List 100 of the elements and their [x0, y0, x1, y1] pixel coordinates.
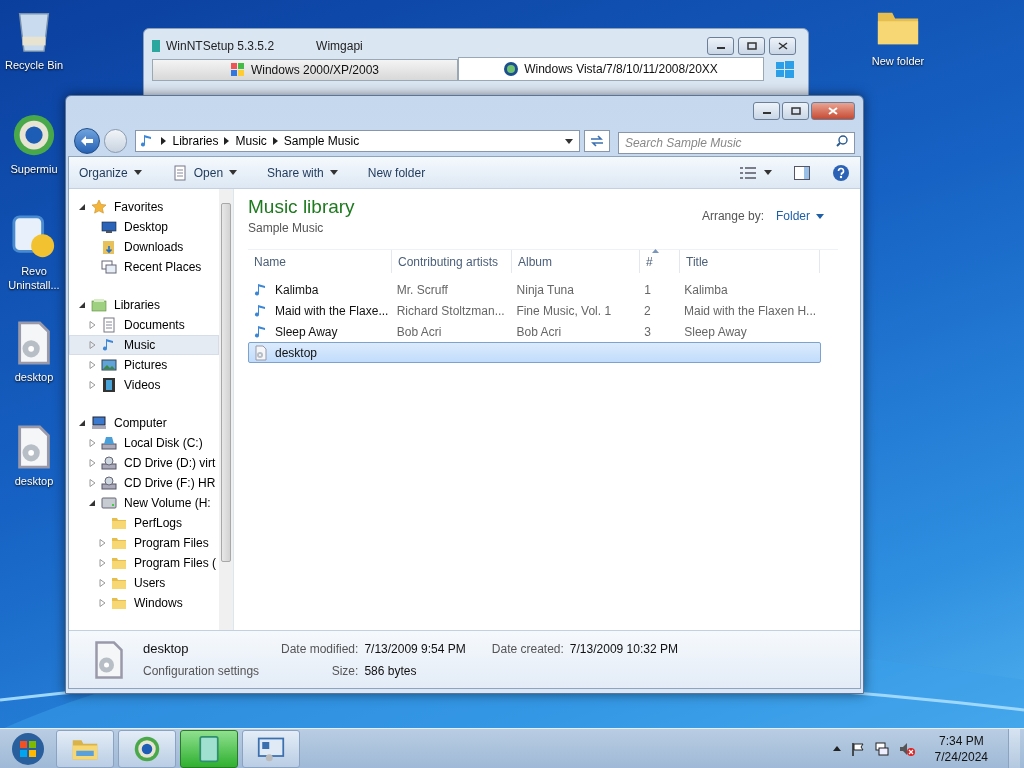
toolbar-button[interactable]: Organize	[79, 163, 142, 182]
left-arrow-icon	[80, 136, 93, 146]
tree-item[interactable]: Documents	[69, 315, 219, 335]
column-header[interactable]: Album	[512, 250, 640, 273]
globe-ring-icon	[11, 112, 57, 158]
square-icon	[790, 107, 801, 115]
expanded-arrow-icon[interactable]	[79, 203, 86, 211]
tree-item[interactable]: Computer	[69, 413, 219, 433]
taskbar-app-button[interactable]	[180, 729, 238, 768]
network-icon[interactable]	[874, 741, 889, 756]
flag-icon[interactable]	[850, 741, 865, 756]
file-row[interactable]: Maid with the Flaxe... Richard Stoltzman... Fine Music, Vol. 1 2 Maid with the Flaxen H...	[248, 300, 821, 321]
desktop-icon-label[interactable]: Revo Uninstall...	[3, 264, 65, 292]
tree-item[interactable]: Users	[69, 573, 219, 593]
tree-item[interactable]: Local Disk (C:)	[69, 433, 219, 453]
square-icon	[746, 42, 757, 50]
app-icon	[11, 214, 57, 260]
table-cell-text: Mr. Scruff	[395, 281, 449, 299]
collapsed-arrow-icon[interactable]	[99, 599, 106, 607]
tree-item[interactable]: CD Drive (D:) virt	[69, 453, 219, 473]
toolbar-button[interactable]: New folder	[367, 163, 426, 182]
column-header[interactable]: #	[640, 250, 680, 273]
window-title: WinNTSetup 5.3.5.2	[166, 38, 275, 55]
desktop-icon-label[interactable]: desktop	[14, 370, 54, 384]
breadcrumb-item[interactable]: Libraries	[172, 132, 219, 150]
maximize-button[interactable]	[738, 37, 765, 55]
table-cell-text: Fine Music, Vol. 1	[515, 302, 613, 320]
tree-item[interactable]: Downloads	[69, 237, 219, 257]
preview-pane-button[interactable]	[794, 165, 810, 180]
tree-item[interactable]: Desktop	[69, 217, 219, 237]
desktop-icon-label[interactable]: desktop	[14, 474, 54, 488]
collapsed-arrow-icon[interactable]	[89, 381, 96, 389]
minimize-button[interactable]	[753, 102, 780, 120]
tree-item[interactable]: Windows	[69, 593, 219, 613]
muted-speaker-icon[interactable]	[898, 741, 915, 756]
file-row[interactable]: Sleep Away Bob Acri Bob Acri 3 Sleep Away	[248, 321, 821, 342]
windows-logo-icon	[776, 61, 794, 79]
column-header[interactable]: Name	[248, 250, 392, 273]
orb-icon	[504, 62, 519, 76]
tree-item[interactable]: Program Files (	[69, 553, 219, 573]
search-field[interactable]: Search Sample Music	[617, 132, 855, 154]
arrange-label: Arrange by:	[701, 208, 764, 225]
collapsed-arrow-icon[interactable]	[89, 361, 96, 369]
collapsed-arrow-icon[interactable]	[89, 439, 96, 447]
column-header[interactable]: Title	[680, 250, 820, 273]
collapsed-arrow-icon[interactable]	[89, 321, 96, 329]
clock-date[interactable]: 7/24/2024	[934, 748, 988, 765]
collapsed-arrow-icon[interactable]	[99, 539, 106, 547]
address-bar[interactable]: Libraries Music Sample Music	[135, 130, 581, 152]
arrange-dropdown[interactable]: Folder	[776, 207, 824, 225]
view-options-button[interactable]	[740, 166, 772, 179]
taskbar-app-button[interactable]	[56, 729, 114, 768]
tab[interactable]: Windows Vista/7/8/10/11/2008/20XX	[458, 57, 764, 81]
file-row[interactable]: desktop	[248, 342, 821, 363]
taskbar-app-button[interactable]	[118, 729, 176, 768]
refresh-button[interactable]	[584, 130, 610, 152]
library-title: Music library	[248, 195, 355, 219]
column-header[interactable]: Contributing artists	[392, 250, 512, 273]
close-button[interactable]	[769, 37, 796, 55]
maximize-button[interactable]	[782, 102, 809, 120]
minimize-button[interactable]	[707, 37, 734, 55]
clock-time[interactable]: 7:34 PM	[938, 732, 984, 749]
collapsed-arrow-icon[interactable]	[99, 579, 106, 587]
collapsed-arrow-icon[interactable]	[89, 459, 96, 467]
toolbar-button[interactable]: Open	[171, 163, 238, 182]
tree-item[interactable]: PerfLogs	[69, 513, 219, 533]
detail-value: 7/13/2009 10:32 PM	[569, 640, 678, 658]
collapsed-arrow-icon[interactable]	[89, 479, 96, 487]
breadcrumb-item[interactable]: Music	[235, 132, 267, 150]
expanded-arrow-icon[interactable]	[79, 301, 86, 309]
help-button[interactable]	[832, 163, 850, 182]
expanded-arrow-icon[interactable]	[89, 499, 96, 507]
toolbar-button[interactable]: Share with	[267, 163, 338, 182]
back-button[interactable]	[74, 128, 100, 154]
table-cell-text: Bob Acri	[395, 323, 443, 341]
folder-icon	[111, 535, 127, 551]
tree-item[interactable]: Videos	[69, 375, 219, 395]
taskbar-app-button[interactable]	[242, 729, 300, 768]
scrollbar[interactable]	[219, 189, 233, 630]
tree-item[interactable]: Recent Places	[69, 257, 219, 277]
tree-item[interactable]: New Volume (H:	[69, 493, 219, 513]
collapsed-arrow-icon[interactable]	[89, 341, 96, 349]
close-button[interactable]	[811, 102, 855, 120]
desktop-icon-label[interactable]: Recycle Bin	[4, 58, 64, 72]
collapsed-arrow-icon[interactable]	[99, 559, 106, 567]
gear-file-icon	[253, 344, 269, 361]
tree-item[interactable]: Pictures	[69, 355, 219, 375]
tree-item[interactable]: Libraries	[69, 295, 219, 315]
desktop-icon-label[interactable]: New folder	[871, 54, 925, 68]
tab[interactable]: Windows 2000/XP/2003	[152, 59, 458, 81]
tree-item[interactable]: Music	[69, 335, 219, 355]
tree-item[interactable]: Favorites	[69, 197, 219, 217]
tree-item[interactable]: Program Files	[69, 533, 219, 553]
file-row[interactable]: Kalimba Mr. Scruff Ninja Tuna 1 Kalimba	[248, 279, 821, 300]
tree-item[interactable]: CD Drive (F:) HR	[69, 473, 219, 493]
breadcrumb-item[interactable]: Sample Music	[283, 132, 360, 150]
show-hidden-icons-icon[interactable]	[832, 746, 841, 751]
expanded-arrow-icon[interactable]	[79, 419, 86, 427]
desktop-icon-label[interactable]: Supermiu	[10, 162, 58, 176]
drive-icon	[101, 435, 117, 451]
